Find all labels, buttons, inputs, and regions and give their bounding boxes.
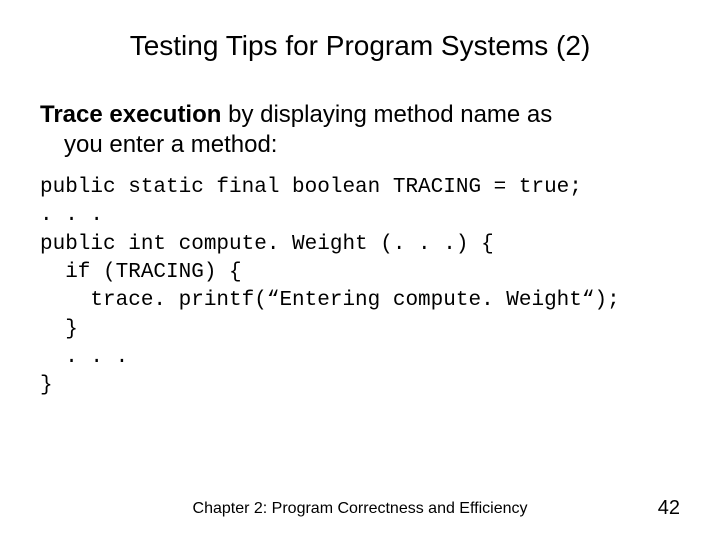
- footer-chapter: Chapter 2: Program Correctness and Effic…: [80, 500, 640, 518]
- code-line: }: [40, 318, 78, 341]
- footer: Chapter 2: Program Correctness and Effic…: [0, 497, 720, 520]
- body-paragraph: Trace execution by displaying method nam…: [40, 100, 680, 160]
- code-line: . . .: [40, 204, 103, 227]
- code-line: trace. printf(“Entering compute. Weight“…: [40, 289, 620, 312]
- code-line: }: [40, 374, 53, 397]
- code-block: public static final boolean TRACING = tr…: [40, 174, 680, 401]
- code-line: . . .: [40, 346, 128, 369]
- lead-bold: Trace execution: [40, 101, 221, 128]
- lead-line2: you enter a method:: [40, 130, 680, 160]
- code-line: public static final boolean TRACING = tr…: [40, 176, 582, 199]
- lead-rest: by displaying method name as: [221, 101, 552, 128]
- slide: Testing Tips for Program Systems (2) Tra…: [0, 0, 720, 540]
- page-number: 42: [640, 497, 680, 520]
- code-line: if (TRACING) {: [40, 261, 242, 284]
- slide-title: Testing Tips for Program Systems (2): [40, 30, 680, 62]
- code-line: public int compute. Weight (. . .) {: [40, 233, 494, 256]
